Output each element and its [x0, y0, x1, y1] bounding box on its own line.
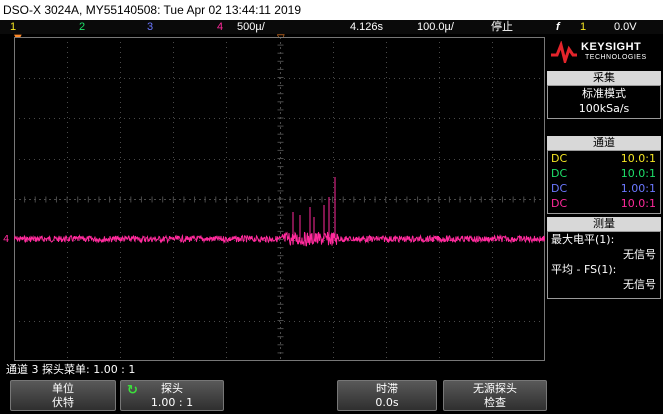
channel-2-row: DC 10.0:1 — [551, 167, 656, 180]
skew-softkey[interactable]: 时滞 0.0s — [337, 380, 437, 411]
trigger-channel: 1 — [580, 21, 587, 33]
units-softkey[interactable]: 单位 伏特 — [10, 380, 116, 411]
trigger-level: 0.0V — [614, 21, 637, 33]
keysight-logo: KEYSIGHT TECHNOLOGIES — [547, 37, 661, 67]
passive-probe-check-softkey[interactable]: 无源探头 检查 — [443, 380, 547, 411]
measure-header: 测量 — [547, 217, 661, 231]
probe-softkey[interactable]: ↻ 探头 1.00 : 1 — [120, 380, 224, 411]
channel-3-row: DC 1.00:1 — [551, 182, 656, 195]
channel-3-indicator[interactable]: 3 — [147, 20, 153, 34]
delay-readout: 4.126s — [350, 21, 384, 33]
rotate-knob-icon: ↻ — [127, 383, 138, 398]
acquisition-rate: 100kSa/s — [578, 102, 630, 115]
logo-name: KEYSIGHT — [581, 41, 642, 53]
channels-header: 通道 — [547, 136, 661, 150]
graticule — [14, 37, 545, 361]
menu-status-line: 通道 3 探头菜单: 1.00 : 1 — [6, 363, 136, 376]
acquisition-mode: 标准模式 — [582, 87, 626, 100]
title-bar: DSO-X 3024A, MY55140508: Tue Apr 02 13:4… — [0, 0, 663, 20]
acquisition-header: 采集 — [547, 71, 661, 85]
channel-2-indicator[interactable]: 2 — [79, 20, 85, 34]
ground-marker-ch4[interactable]: 4 — [3, 235, 9, 245]
horizontal-scale-readout: 100.0µ/ — [417, 21, 454, 33]
right-info-panel: KEYSIGHT TECHNOLOGIES 采集 标准模式 100kSa/s 通… — [547, 37, 661, 357]
timebase-readout: 500µ/ — [237, 21, 265, 33]
waveform-display[interactable] — [14, 37, 545, 361]
channels-box: DC 10.0:1 DC 10.0:1 DC 1.00:1 DC 10.0:1 — [547, 150, 661, 214]
measure-1-value: 无信号 — [623, 248, 656, 261]
channel-4-waveform — [14, 231, 545, 247]
measure-1-label: 最大电平(1): — [551, 233, 615, 246]
keysight-wave-icon — [551, 41, 577, 63]
channel-1-indicator[interactable]: 1 — [10, 20, 16, 34]
measure-2-value: 无信号 — [623, 278, 656, 291]
acquisition-box: 标准模式 100kSa/s — [547, 85, 661, 119]
measure-2-label: 平均 - FS(1): — [551, 263, 617, 276]
channel-4-row: DC 10.0:1 — [551, 197, 656, 210]
trigger-icon: f — [556, 21, 560, 33]
channel-4-indicator[interactable]: 4 — [217, 20, 223, 34]
run-state: 停止 — [491, 21, 513, 33]
measure-box: 最大电平(1): 无信号 平均 - FS(1): 无信号 — [547, 231, 661, 299]
status-bar: 1 2 3 4 500µ/ 4.126s 100.0µ/ 停止 f 1 0.0V — [0, 20, 663, 34]
channel-1-row: DC 10.0:1 — [551, 152, 656, 165]
logo-sub: TECHNOLOGIES — [585, 54, 647, 61]
